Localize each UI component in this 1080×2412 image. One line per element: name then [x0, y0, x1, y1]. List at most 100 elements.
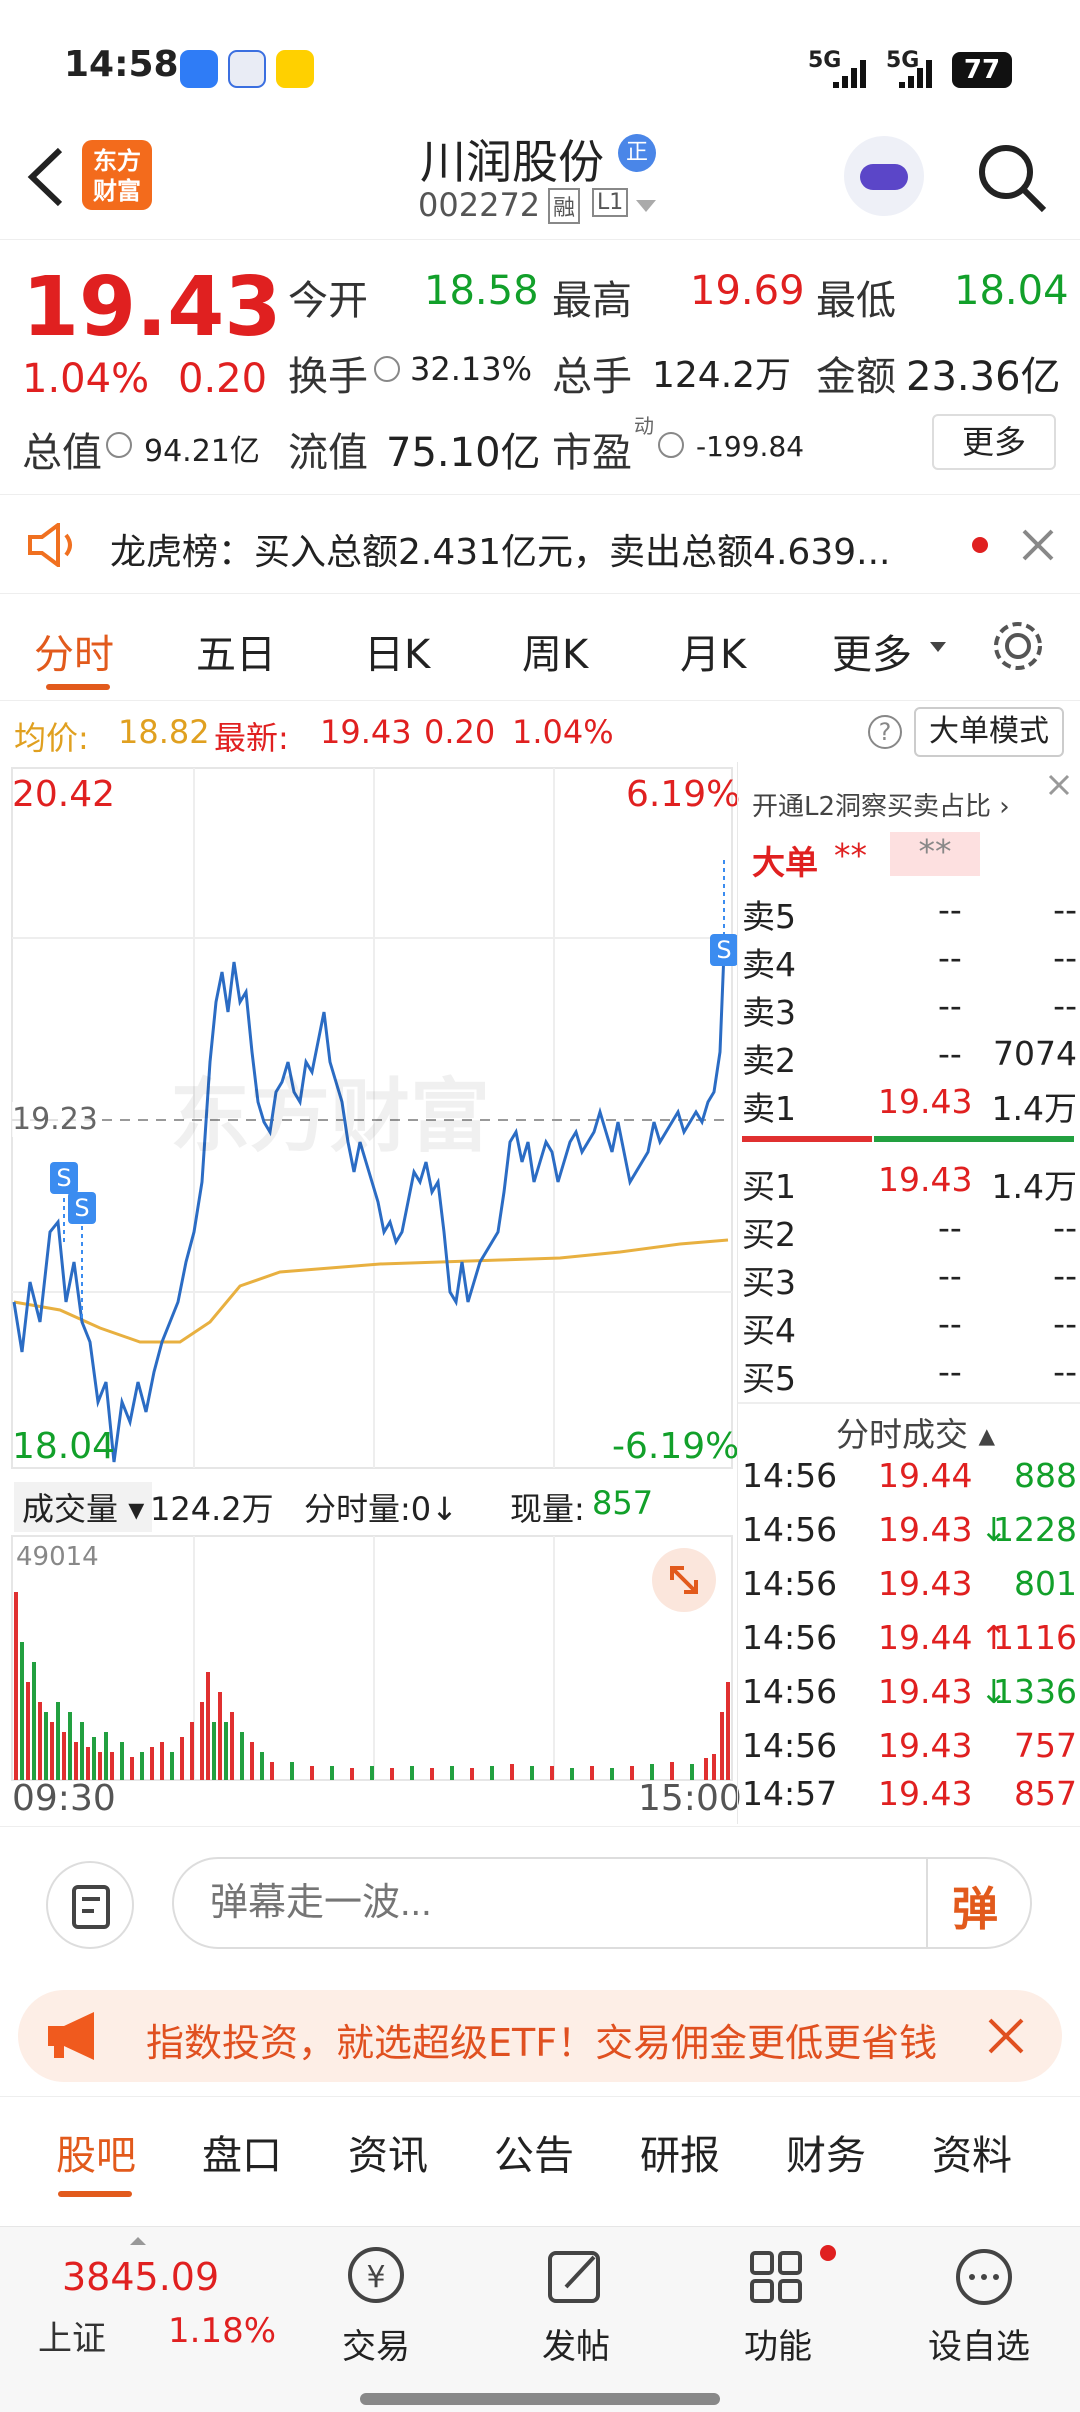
signal-icon — [833, 60, 866, 88]
sell5-row: 卖5 -- -- — [738, 890, 1080, 938]
tick-price: 19.43 — [878, 1564, 973, 1603]
expand-icon[interactable] — [652, 1548, 716, 1612]
robot-assistant-icon[interactable] — [844, 136, 924, 216]
tab-more[interactable]: 更多 — [832, 622, 912, 680]
help-icon[interactable]: ? — [868, 715, 902, 749]
tick-time: 14:56 — [742, 1456, 838, 1495]
intraday-chart[interactable]: 东方财富 20.42 6.19% 19.23 18.04 -6.19% S S … — [0, 762, 742, 1824]
tab-guba[interactable]: 股吧 — [56, 2123, 136, 2181]
buy2-price: -- — [938, 1208, 962, 1247]
content-tabs: 股吧 盘口 资讯 公告 研报 财务 资料 — [0, 2096, 1080, 2206]
pe-dynamic-mark: 动 — [634, 414, 654, 438]
signal-marker-s[interactable]: S — [710, 934, 738, 966]
sell4-row: 卖4 -- -- — [738, 938, 1080, 986]
amount-label: 金额 — [816, 354, 896, 400]
info-icon[interactable] — [658, 432, 684, 458]
time-end: 15:00 — [638, 1778, 742, 1819]
signal-marker-s[interactable]: S — [68, 1192, 96, 1224]
close-icon[interactable] — [1044, 770, 1074, 800]
lhb-text: 龙虎榜：买入总额2.431亿元，卖出总额4.639... — [110, 532, 891, 573]
latest-change: 0.20 — [424, 713, 496, 751]
add-favorite-button[interactable]: 设自选 — [924, 2245, 1044, 2385]
chevron-up-icon[interactable] — [128, 2235, 148, 2247]
tab-announcements[interactable]: 公告 — [494, 2123, 574, 2181]
avg-value: 18.82 — [118, 713, 210, 751]
close-icon[interactable] — [984, 2014, 1028, 2058]
bottom-toolbar: 3845.09 上证 1.18% ¥ 交易 发帖 功能 设自选 — [0, 2226, 1080, 2412]
turnover-value: 32.13% — [410, 350, 533, 388]
volume-now-value: 857 — [592, 1484, 654, 1522]
tick-price: 19.44 — [878, 1618, 973, 1657]
buy-sell-ratio-buy — [874, 1136, 1074, 1142]
info-icon[interactable] — [374, 356, 400, 382]
big-order-value-1: ** — [834, 836, 867, 875]
order-book-panel: 开通L2洞察买卖占比 › 大单 ** ** 卖5 -- -- 卖4 -- -- 卖3 --… — [737, 762, 1080, 1824]
avg-label: 均价: — [14, 719, 89, 757]
etf-ad-banner[interactable]: 指数投资，就选超级ETF！交易佣金更低更省钱 — [18, 1990, 1062, 2082]
stock-code: 002272 — [418, 186, 541, 224]
ticks-title-text: 分时成交 — [836, 1415, 968, 1454]
apps-grid-icon — [750, 2251, 802, 2303]
danmu-input[interactable] — [172, 1857, 1032, 1949]
tick-price: 19.43 — [878, 1510, 973, 1549]
latest-value: 19.43 — [320, 713, 412, 751]
search-icon[interactable] — [974, 140, 1050, 216]
gear-icon[interactable] — [990, 618, 1046, 674]
pct-max-label: 6.19% — [626, 774, 741, 815]
y-max-label: 20.42 — [12, 774, 116, 815]
volume-selector[interactable]: 成交量 ▾ — [14, 1482, 153, 1532]
tab-news[interactable]: 资讯 — [348, 2123, 428, 2181]
tab-weekly-k[interactable]: 周K — [522, 622, 588, 680]
tab-daily-k[interactable]: 日K — [364, 622, 430, 680]
tick-time: 14:56 — [742, 1510, 838, 1549]
clock: 14:58 — [64, 44, 179, 85]
level-tag: L1 — [592, 188, 629, 217]
trade-button[interactable]: ¥ 交易 — [326, 2245, 426, 2385]
post-button[interactable]: 发帖 — [526, 2245, 626, 2385]
y-min-label: 18.04 — [12, 1426, 116, 1467]
stock-name: 川润股份 — [420, 135, 604, 189]
signal-icon-2 — [899, 60, 932, 88]
big-order-mode-button[interactable]: 大单模式 — [914, 707, 1064, 757]
volume-selector-label: 成交量 — [22, 1490, 119, 1528]
function-button[interactable]: 功能 — [728, 2245, 836, 2385]
dropdown-icon[interactable] — [634, 198, 658, 214]
pct-min-label: -6.19% — [612, 1426, 740, 1467]
buy3-row: 买3 -- -- — [738, 1256, 1080, 1304]
tick-time: 14:57 — [742, 1774, 838, 1813]
danmu-send-button[interactable]: 弹 — [952, 1873, 998, 1939]
trade-icon: ¥ — [348, 2247, 404, 2303]
buy2-volume: -- — [1053, 1208, 1077, 1247]
tab-intraday[interactable]: 分时 — [34, 622, 114, 680]
margin-tag: 融 — [548, 188, 581, 224]
ticks-title[interactable]: 分时成交 ▴ — [836, 1408, 995, 1456]
info-icon[interactable] — [106, 432, 132, 458]
tick-volume: 1116 — [993, 1618, 1077, 1657]
more-button[interactable]: 更多 — [932, 414, 1056, 470]
l2-promo-link[interactable]: 开通L2洞察买卖占比 › — [752, 786, 1010, 823]
tab-monthly-k[interactable]: 月K — [680, 622, 746, 680]
watermark: 东方财富 — [170, 1070, 490, 1163]
danmu-bar: 弹 — [0, 1826, 1080, 1976]
index-value[interactable]: 3845.09 — [62, 2255, 219, 2299]
signal-marker-s[interactable]: S — [50, 1162, 78, 1194]
chart-svg — [11, 767, 733, 1781]
chevron-left-icon[interactable] — [20, 142, 68, 212]
tab-research[interactable]: 研报 — [640, 2123, 720, 2181]
tab-five-day[interactable]: 五日 — [196, 622, 276, 680]
sell1-volume: 1.4万 — [991, 1089, 1077, 1128]
lhb-banner[interactable]: 龙虎榜：买入总额2.431亿元，卖出总额4.639... — [0, 494, 1080, 594]
post-label: 发帖 — [542, 2327, 610, 2367]
tab-finance[interactable]: 财务 — [786, 2123, 866, 2181]
buy5-label: 买5 — [742, 1359, 796, 1398]
volume-now-label: 现量: — [510, 1490, 585, 1528]
buy4-price: -- — [938, 1304, 962, 1343]
close-icon[interactable] — [1018, 525, 1058, 565]
tick-volume: 857 — [1014, 1774, 1077, 1813]
tab-pankou[interactable]: 盘口 — [202, 2123, 282, 2181]
tab-profile[interactable]: 资料 — [932, 2123, 1012, 2181]
change-value: 0.20 — [178, 356, 268, 402]
chart-tabs: 分时 五日 日K 周K 月K 更多 — [0, 598, 1080, 698]
danmu-settings-icon[interactable] — [46, 1861, 134, 1949]
function-label: 功能 — [744, 2327, 812, 2367]
